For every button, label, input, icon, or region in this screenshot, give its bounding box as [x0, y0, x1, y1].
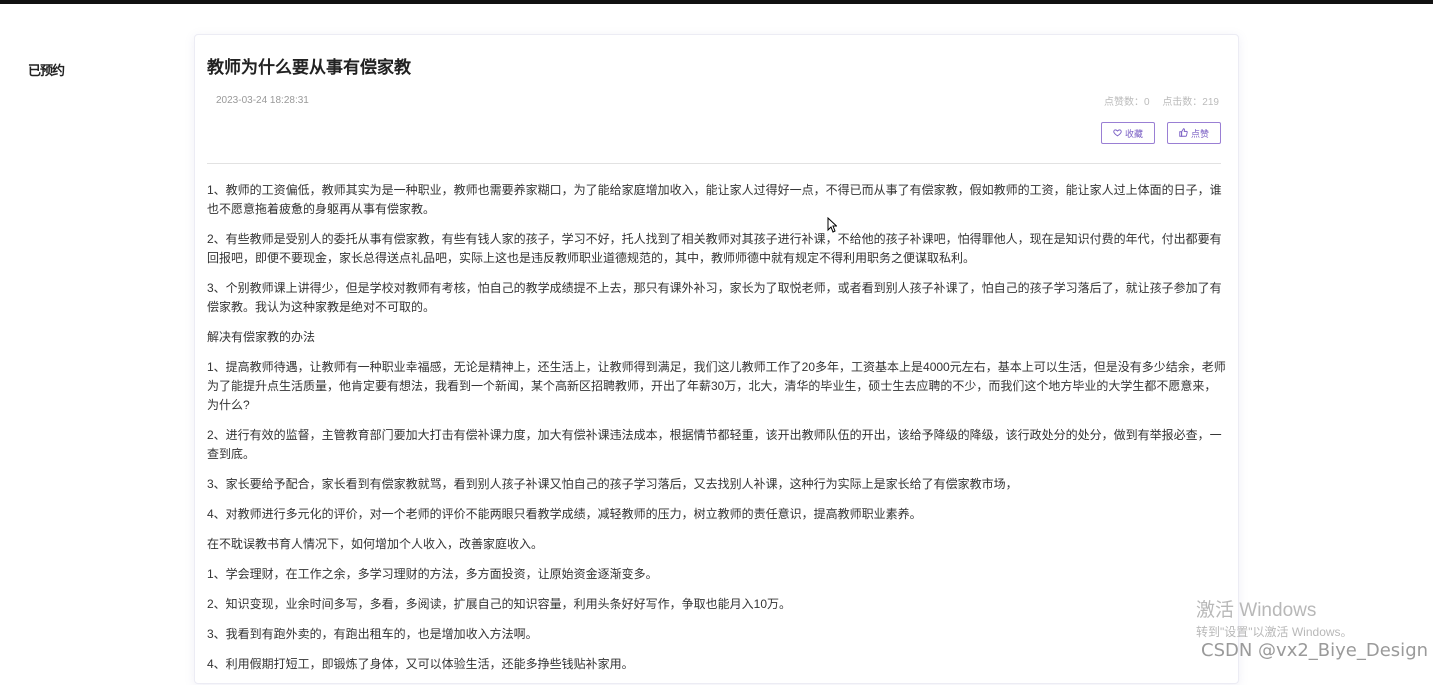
favorite-button[interactable]: 收藏 — [1101, 122, 1155, 144]
top-border — [0, 0, 1433, 4]
article-title: 教师为什么要从事有偿家教 — [207, 58, 411, 77]
article-stats: 点赞数：0 点击数：219 — [1094, 93, 1219, 108]
article-paragraph: 1、学会理财，在工作之余，多学习理财的方法，多方面投资，让原始资金逐渐变多。 — [207, 567, 658, 581]
article-paragraph: 4、对教师进行多元化的评价，对一个老师的评价不能两眼只看教学成绩，减轻教师的压力… — [207, 507, 922, 521]
article-paragraph: 2、进行有效的监督，主管教育部门要加大打击有偿补课力度，加大有偿补课违法成本，根… — [207, 428, 1222, 461]
windows-activation-watermark: 激活 Windows 转到"设置"以激活 Windows。 — [1196, 600, 1353, 640]
likes-count: 点赞数：0 — [1103, 97, 1150, 108]
article-paragraph: 1、教师的工资偏低，教师其实为是一种职业，教师也需要养家糊口，为了能给家庭增加收… — [207, 183, 1222, 216]
windows-activation-title: 激活 Windows — [1196, 600, 1317, 621]
like-button-label: 点赞 — [1190, 128, 1209, 139]
heart-icon — [1113, 128, 1122, 139]
like-button[interactable]: 点赞 — [1167, 122, 1221, 144]
article-body: 1、教师的工资偏低，教师其实为是一种职业，教师也需要养家糊口，为了能给家庭增加收… — [207, 181, 1227, 685]
article-paragraph: 2、知识变现，业余时间多写，多看，多阅读，扩展自己的知识容量，利用头条好好写作，… — [207, 597, 792, 611]
article-paragraph: 解决有偿家教的办法 — [207, 330, 316, 344]
article-card: 教师为什么要从事有偿家教 2023-03-24 18:28:31 点赞数：0 点… — [194, 34, 1239, 684]
article-paragraph: 1、提高教师待遇，让教师有一种职业幸福感，无论是精神上，还生活上，让教师得到满足… — [207, 360, 1226, 412]
windows-activation-subtitle: 转到"设置"以激活 Windows。 — [1196, 625, 1353, 639]
article-paragraph: 2、有些教师是受别人的委托从事有偿家教，有些有钱人家的孩子，学习不好，托人找到了… — [207, 232, 1222, 265]
article-paragraph: 3、我看到有跑外卖的，有跑出租车的，也是增加收入方法啊。 — [207, 627, 538, 641]
divider — [207, 163, 1221, 164]
article-paragraph: 3、家长要给予配合，家长看到有偿家教就骂，看到别人孩子补课又怕自己的孩子学习落后… — [207, 477, 1018, 491]
article-paragraph: 4、利用假期打短工，即锻炼了身体，又可以体验生活，还能多挣些钱贴补家用。 — [207, 657, 634, 671]
mouse-cursor-icon — [827, 216, 838, 233]
article-paragraph: 3、个别教师课上讲得少，但是学校对教师有考核，怕自己的教学成绩提不上去，那只有课… — [207, 281, 1222, 314]
thumbs-up-icon — [1179, 127, 1188, 139]
clicks-count: 点击数：219 — [1162, 97, 1219, 108]
article-paragraph: 在不耽误教书育人情况下，如何增加个人收入，改善家庭收入。 — [207, 537, 544, 551]
favorite-button-label: 收藏 — [1124, 128, 1143, 139]
sidebar-label[interactable]: 已预约 — [28, 60, 65, 79]
csdn-watermark: CSDN @vx2_Biye_Design — [1201, 640, 1429, 661]
article-date: 2023-03-24 18:28:31 — [216, 95, 309, 106]
